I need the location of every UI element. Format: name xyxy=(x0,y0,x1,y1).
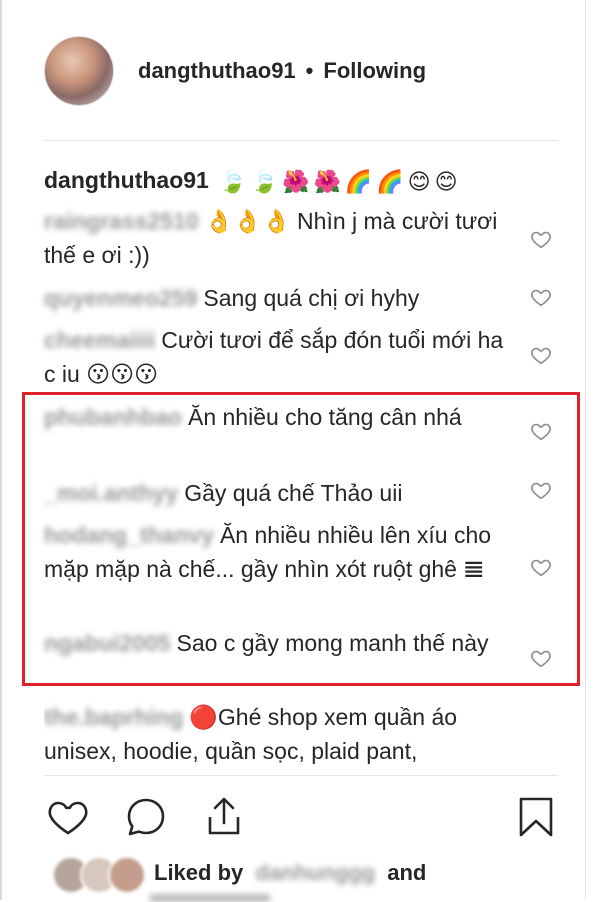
comment-like-heart-icon[interactable] xyxy=(530,228,552,250)
window-border-left xyxy=(0,0,2,900)
caption-emoji: 🌈 xyxy=(344,168,373,194)
caption-emoji: 🍃 xyxy=(250,168,279,194)
comment-item: raingrass2510 👌👌👌 Nhìn j mà cười tươi thế… xyxy=(44,204,514,272)
author-avatar[interactable] xyxy=(44,36,114,106)
comment-username[interactable]: the.baprhing xyxy=(44,700,183,734)
liked-by-suffix: and xyxy=(387,860,427,885)
post-action-bar xyxy=(0,795,600,843)
highlight-box xyxy=(22,392,580,686)
caption-emoji: 🌈 xyxy=(376,168,404,194)
caption-emoji: 🌺 xyxy=(313,168,341,194)
comment-username[interactable]: quyenmeo259 xyxy=(44,281,197,315)
likes-count-blurred[interactable] xyxy=(150,894,270,902)
caption-emoji: 😊 xyxy=(434,168,458,194)
author-username[interactable]: dangthuthao91 xyxy=(138,58,296,84)
comment-like-heart-icon[interactable] xyxy=(530,286,552,308)
liked-by-prefix: Liked by xyxy=(154,860,244,885)
post-header: dangthuthao91 • Following xyxy=(44,36,564,106)
caption-emoji: 🌺 xyxy=(282,168,310,194)
comment-item: cheemaiiii Cười tươi để sắp đón tuổi mới … xyxy=(44,323,514,391)
heart-icon[interactable] xyxy=(46,795,90,839)
liked-by-text: Liked by danhunggg and xyxy=(154,860,426,886)
separator-dot: • xyxy=(305,58,314,83)
comment-icon[interactable] xyxy=(124,795,168,839)
avatar xyxy=(108,856,146,894)
comment-text: Sang quá chị ơi hyhy xyxy=(203,285,420,311)
caption-username[interactable]: dangthuthao91 xyxy=(44,167,209,193)
caption-emoji: 🍃 xyxy=(219,168,247,194)
likes-summary: Liked by danhunggg and xyxy=(44,856,564,894)
window-border-right xyxy=(585,0,586,900)
bookmark-icon[interactable] xyxy=(514,795,558,839)
liked-by-user[interactable]: danhunggg xyxy=(255,860,375,886)
comment-item: quyenmeo259 Sang quá chị ơi hyhy xyxy=(44,281,514,315)
comment-username[interactable]: raingrass2510 xyxy=(44,204,199,238)
share-icon[interactable] xyxy=(202,795,246,839)
caption-emoji: 😊 xyxy=(407,168,431,194)
post-caption: dangthuthao91 🍃 🍃 🌺 🌺 🌈 🌈 😊 😊 xyxy=(44,162,564,198)
header-divider xyxy=(44,140,558,141)
comment-item: the.baprhing 🔴Ghé shop xem quần áo unisex… xyxy=(44,700,514,772)
comment-like-heart-icon[interactable] xyxy=(530,344,552,366)
liked-avatars[interactable] xyxy=(44,856,146,894)
comments-divider xyxy=(44,775,558,776)
following-button[interactable]: Following xyxy=(323,58,426,84)
comment-username[interactable]: cheemaiiii xyxy=(44,323,155,357)
